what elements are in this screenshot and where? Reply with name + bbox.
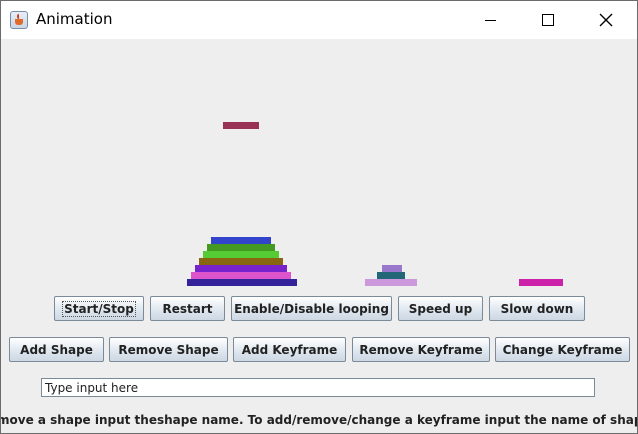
maximize-icon (542, 14, 554, 26)
looping-label: Enable/Disable looping (234, 301, 389, 316)
shape-disc-11 (519, 279, 563, 286)
shape-disc-5 (195, 265, 287, 272)
shape-disc-2 (207, 244, 275, 251)
shape-disc-1 (211, 237, 271, 244)
shape-disc-10 (365, 279, 417, 286)
shape-disc-8 (382, 265, 402, 272)
remove-keyframe-button[interactable]: Remove Keyframe (352, 337, 490, 362)
start-stop-label: Start/Stop (62, 300, 136, 317)
shape-disc-9 (377, 272, 405, 279)
restart-button[interactable]: Restart (150, 296, 225, 321)
restart-label: Restart (162, 301, 213, 316)
maximize-button[interactable] (519, 1, 577, 39)
start-stop-button[interactable]: Start/Stop (54, 296, 144, 321)
shape-moving-disc (223, 122, 259, 129)
shape-disc-7 (187, 279, 297, 286)
change-keyframe-label: Change Keyframe (502, 342, 623, 357)
window-title: Animation (36, 10, 113, 28)
title-bar: Animation (1, 1, 637, 39)
instructions-label: move a shape input theshape name. To add… (1, 413, 637, 427)
minimize-icon (485, 20, 496, 21)
minimize-button[interactable] (461, 1, 519, 39)
animation-canvas (1, 39, 637, 293)
instructions-text: move a shape input theshape name. To add… (1, 413, 637, 427)
looping-button[interactable]: Enable/Disable looping (231, 296, 392, 321)
change-keyframe-button[interactable]: Change Keyframe (495, 337, 630, 362)
speed-up-label: Speed up (408, 301, 473, 316)
slow-down-button[interactable]: Slow down (489, 296, 585, 321)
remove-shape-button[interactable]: Remove Shape (109, 337, 228, 362)
animation-window: Animation Start/Stop Restart Enable/Disa… (0, 0, 638, 434)
close-icon (599, 13, 613, 27)
remove-keyframe-label: Remove Keyframe (359, 342, 483, 357)
add-keyframe-label: Add Keyframe (241, 342, 338, 357)
add-shape-button[interactable]: Add Shape (9, 337, 104, 362)
command-input[interactable]: Type input here (41, 378, 595, 397)
speed-up-button[interactable]: Speed up (398, 296, 483, 321)
slow-down-label: Slow down (500, 301, 574, 316)
remove-shape-label: Remove Shape (118, 342, 219, 357)
java-coffee-cup-icon (10, 11, 28, 29)
shape-disc-6 (191, 272, 291, 279)
shape-disc-4 (199, 258, 283, 265)
close-button[interactable] (577, 1, 635, 39)
add-shape-label: Add Shape (20, 342, 93, 357)
shape-disc-3 (203, 251, 279, 258)
add-keyframe-button[interactable]: Add Keyframe (233, 337, 346, 362)
